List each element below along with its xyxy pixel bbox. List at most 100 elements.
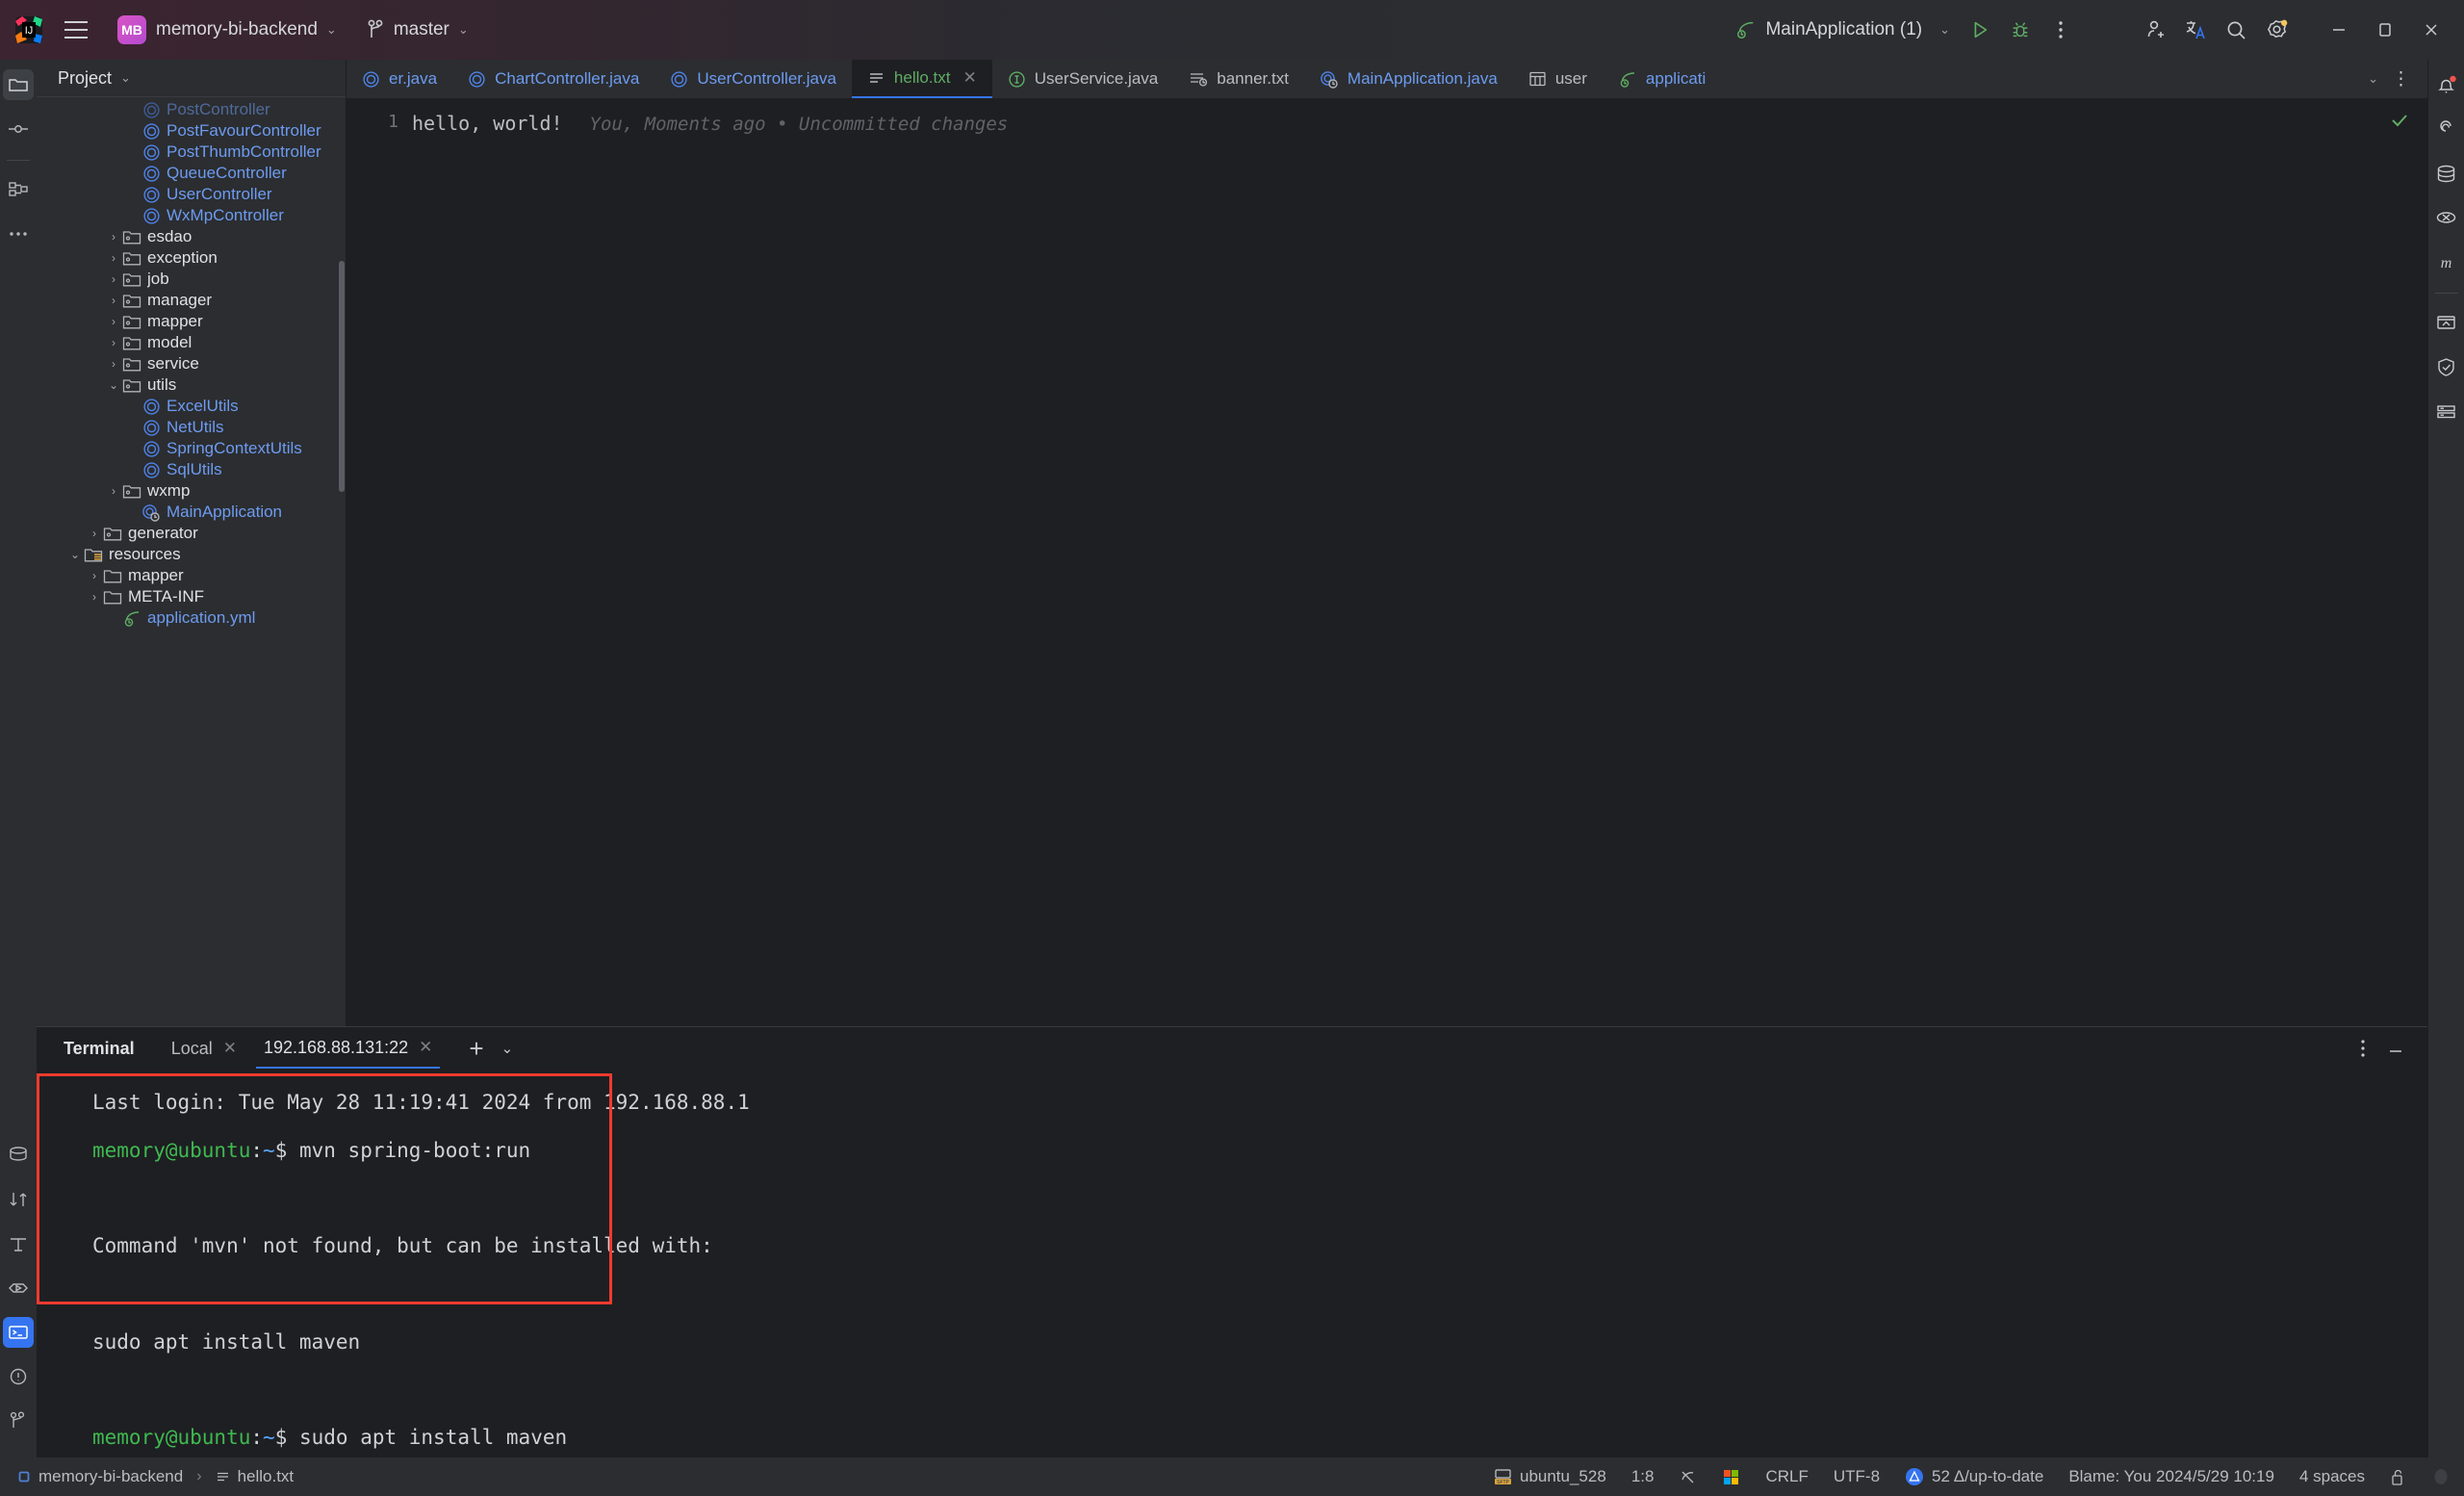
minimize-icon[interactable] xyxy=(2316,9,2362,51)
windows-logo-icon[interactable] xyxy=(1722,1468,1740,1486)
chevron-down-icon[interactable]: ⌄ xyxy=(106,378,121,392)
chevron-down-icon[interactable]: ⌄ xyxy=(67,548,83,561)
tree-item[interactable]: application.yml xyxy=(37,607,346,629)
database-icon[interactable] xyxy=(2431,158,2462,189)
maven-x-icon[interactable] xyxy=(2431,202,2462,233)
terminal-tab-close-icon[interactable]: ✕ xyxy=(419,1038,432,1057)
editor-tab[interactable]: hello.txt ✕ xyxy=(851,60,992,98)
editor-tab[interactable]: applicati xyxy=(1603,60,1721,98)
breadcrumb-project[interactable]: memory-bi-backend xyxy=(17,1467,183,1486)
editor-tabs[interactable]: er.java ChartController.java UserControlle… xyxy=(346,60,2350,98)
debug-button[interactable] xyxy=(2000,10,2040,50)
blame-status[interactable]: Blame: You 2024/5/29 10:19 xyxy=(2068,1467,2274,1486)
editor-tab[interactable]: banner.txt xyxy=(1173,60,1304,98)
git-status[interactable]: 52 Δ/up-to-date xyxy=(1905,1467,2043,1486)
terminal-new-tab-button[interactable]: + xyxy=(469,1036,483,1061)
tree-item[interactable]: › model xyxy=(37,332,346,353)
tree-item[interactable]: › META-INF xyxy=(37,586,346,607)
chevron-right-icon[interactable]: › xyxy=(87,527,102,540)
tree-item[interactable]: › generator xyxy=(37,523,346,544)
tree-item[interactable]: › mapper xyxy=(37,565,346,586)
editor-tab[interactable]: MainApplication.java xyxy=(1304,60,1513,98)
gradle-icon[interactable] xyxy=(2431,307,2462,338)
tabs-more-icon[interactable]: ⋮ xyxy=(2392,68,2410,90)
maximize-icon[interactable] xyxy=(2362,9,2408,51)
tree-item[interactable]: › wxmp xyxy=(37,480,346,502)
terminal-dropdown-icon[interactable]: ⌄ xyxy=(501,1040,514,1057)
unlocked-icon[interactable] xyxy=(2390,1468,2406,1486)
run-configuration-selector[interactable]: MainApplication (1) ⌄ xyxy=(1726,11,1960,49)
chevron-right-icon[interactable]: › xyxy=(106,484,121,498)
tree-item[interactable]: PostController xyxy=(37,99,346,120)
editor-tab[interactable]: ChartController.java xyxy=(452,60,654,98)
search-icon[interactable] xyxy=(2216,10,2256,50)
problems-tool-icon[interactable] xyxy=(3,1361,34,1392)
commit-tool-icon[interactable] xyxy=(3,114,34,144)
add-user-icon[interactable] xyxy=(2135,10,2175,50)
maven-m-icon[interactable]: m xyxy=(2431,246,2462,277)
more-actions-button[interactable] xyxy=(2040,10,2081,50)
terminal-tabs[interactable]: Local ✕ 192.168.88.131:22 ✕ xyxy=(164,1028,452,1069)
chevron-right-icon[interactable]: › xyxy=(106,251,121,265)
security-shield-icon[interactable] xyxy=(2431,351,2462,382)
no-access-icon[interactable] xyxy=(1679,1468,1697,1486)
project-tree[interactable]: PostController PostFavourController PostTh… xyxy=(37,96,346,1026)
tree-item[interactable]: SqlUtils xyxy=(37,459,346,480)
terminal-tab[interactable]: Local ✕ xyxy=(164,1039,244,1059)
run-button[interactable] xyxy=(1960,10,2000,50)
ai-assistant-icon[interactable] xyxy=(2431,114,2462,144)
chevron-right-icon[interactable]: › xyxy=(106,315,121,328)
chevron-right-icon[interactable]: › xyxy=(106,357,121,371)
sftp-indicator[interactable]: SFTP ubuntu_528 xyxy=(1494,1467,1606,1486)
terminal-tab-close-icon[interactable]: ✕ xyxy=(223,1039,237,1058)
editor-tab[interactable]: UserService.java xyxy=(992,60,1174,98)
chevron-down-icon[interactable]: ⌄ xyxy=(120,70,131,86)
tree-item[interactable]: PostThumbController xyxy=(37,142,346,163)
tree-item[interactable]: › mapper xyxy=(37,311,346,332)
structure-tool-icon[interactable] xyxy=(3,174,34,205)
line-separator[interactable]: CRLF xyxy=(1765,1467,1808,1486)
tree-item[interactable]: ⌄ utils xyxy=(37,374,346,396)
tree-item[interactable]: MainApplication xyxy=(37,502,346,523)
close-icon[interactable] xyxy=(2408,9,2454,51)
editor-tab[interactable]: user xyxy=(1513,60,1603,98)
more-tool-icon[interactable] xyxy=(3,219,34,249)
terminal-tool-icon[interactable] xyxy=(3,1317,34,1348)
tree-item[interactable]: ExcelUtils xyxy=(37,396,346,417)
editor-tab[interactable]: UserController.java xyxy=(654,60,852,98)
terminal-tab[interactable]: 192.168.88.131:22 ✕ xyxy=(255,1028,441,1069)
tree-item[interactable]: SpringContextUtils xyxy=(37,438,346,459)
editor-tab[interactable]: er.java xyxy=(346,60,452,98)
hamburger-menu-icon[interactable] xyxy=(60,13,92,46)
branch-selector[interactable]: master ⌄ xyxy=(358,11,476,49)
caret-position[interactable]: 1:8 xyxy=(1631,1467,1655,1486)
updown-tool-icon[interactable] xyxy=(3,1184,34,1215)
tab-close-icon[interactable]: ✕ xyxy=(963,68,977,88)
terminal-minimize-icon[interactable] xyxy=(2387,1040,2404,1057)
tree-item[interactable]: › exception xyxy=(37,247,346,269)
inspections-ok-icon[interactable] xyxy=(2389,110,2410,131)
notifications-icon[interactable] xyxy=(2431,69,2462,100)
server-icon[interactable] xyxy=(2431,396,2462,426)
tree-item[interactable]: › esdao xyxy=(37,226,346,247)
chevron-right-icon[interactable]: › xyxy=(106,336,121,349)
git-tool-icon[interactable] xyxy=(3,1406,34,1436)
project-selector[interactable]: MB memory-bi-backend ⌄ xyxy=(110,11,345,49)
tree-item[interactable]: › job xyxy=(37,269,346,290)
gear-icon[interactable] xyxy=(2256,10,2297,50)
tree-item[interactable]: › service xyxy=(37,353,346,374)
memory-indicator-icon[interactable] xyxy=(2431,1467,2451,1486)
tabs-chevron-down-icon[interactable]: ⌄ xyxy=(2368,71,2378,87)
services-tool-icon[interactable] xyxy=(3,1273,34,1303)
project-tool-icon[interactable] xyxy=(3,69,34,100)
chevron-right-icon[interactable]: › xyxy=(87,590,102,604)
file-encoding[interactable]: UTF-8 xyxy=(1834,1467,1880,1486)
profiler-tool-icon[interactable] xyxy=(3,1228,34,1259)
editor-body[interactable]: 1 hello, world! You, Moments ago • Uncom… xyxy=(346,98,2427,1026)
breadcrumb-file[interactable]: hello.txt xyxy=(216,1467,294,1486)
terminal-options-icon[interactable] xyxy=(2360,1039,2366,1058)
editor-code[interactable]: hello, world! You, Moments ago • Uncommi… xyxy=(412,98,2427,1026)
tree-item[interactable]: UserController xyxy=(37,184,346,205)
translate-icon[interactable] xyxy=(2175,10,2216,50)
tree-item[interactable]: PostFavourController xyxy=(37,120,346,142)
